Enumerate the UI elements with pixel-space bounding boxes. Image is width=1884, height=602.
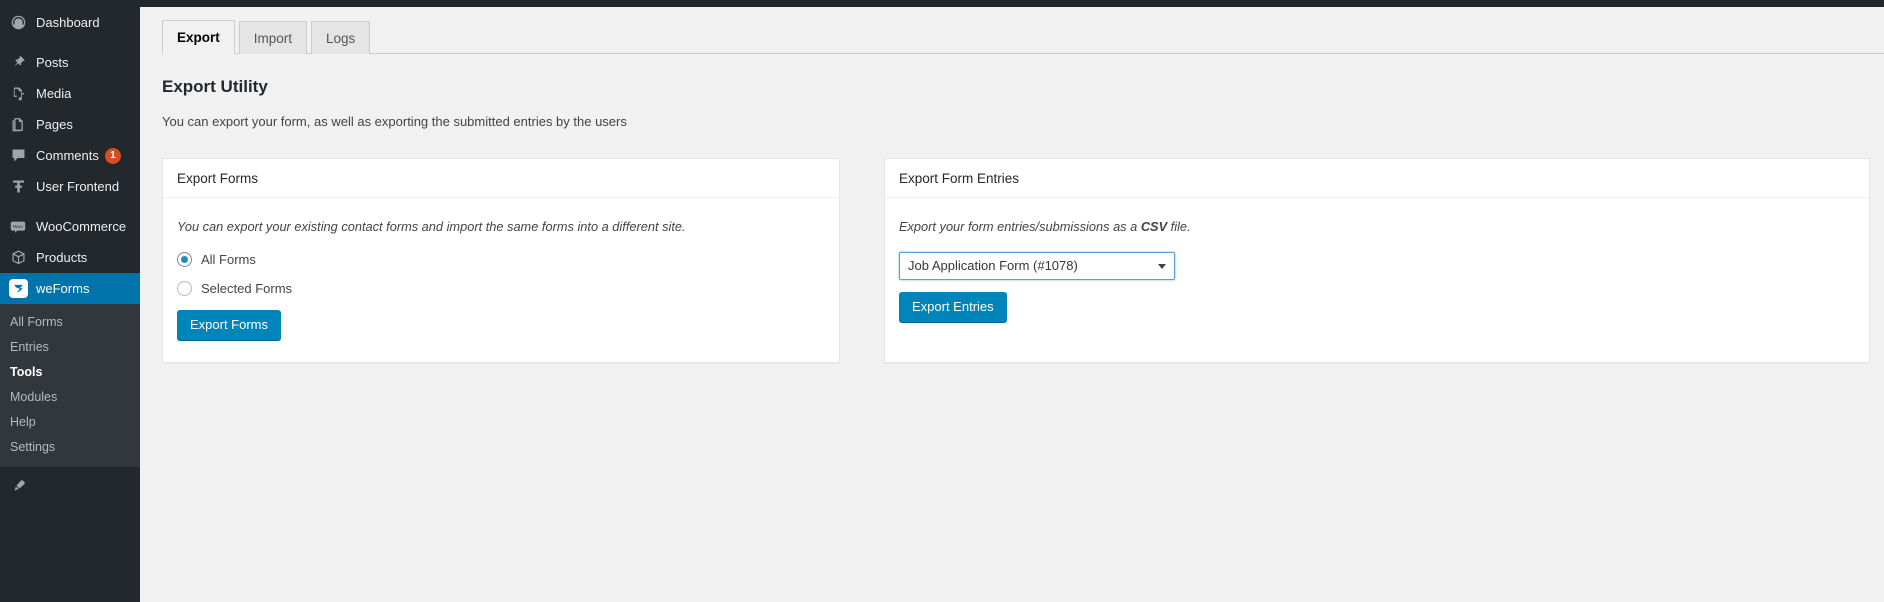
- submenu-item-settings[interactable]: Settings: [0, 435, 140, 460]
- export-forms-card: Export Forms You can export your existin…: [162, 157, 840, 363]
- dashboard-icon: [8, 13, 28, 33]
- export-entries-note-prefix: Export your form entries/submissions as …: [899, 219, 1141, 235]
- form-select-wrapper: Job Application Form (#1078): [899, 251, 1175, 280]
- sidebar-item-comments[interactable]: Comments 1: [0, 140, 140, 171]
- sidebar-item-label: User Frontend: [36, 179, 120, 194]
- export-entries-button[interactable]: Export Entries: [899, 291, 1007, 322]
- pages-icon: [8, 115, 28, 135]
- tab-logs[interactable]: Logs: [311, 20, 371, 54]
- weforms-submenu: All Forms Entries Tools Modules Help Set…: [0, 304, 140, 467]
- media-icon: [8, 84, 28, 104]
- sidebar-item-label: Pages: [36, 117, 73, 132]
- menu-separator-bottom: [0, 467, 140, 477]
- export-entries-note: Export your form entries/submissions as …: [899, 218, 1855, 236]
- wp-admin-screen: Dashboard Posts Media Pages Comments 1 U…: [0, 0, 1884, 602]
- user-frontend-icon: [8, 177, 28, 197]
- page-title: Export Utility: [162, 77, 268, 96]
- sidebar-item-label: Posts: [36, 55, 69, 70]
- export-entries-button-row: Export Entries: [899, 291, 1855, 322]
- sidebar-item-woocommerce[interactable]: Woo WooCommerce: [0, 211, 140, 242]
- export-forms-note: You can export your existing contact for…: [177, 219, 686, 235]
- sidebar-item-pages[interactable]: Pages: [0, 109, 140, 140]
- woocommerce-icon: Woo: [8, 217, 28, 237]
- cards-row: Export Forms You can export your existin…: [162, 157, 1884, 363]
- sidebar-item-label: Media: [36, 86, 72, 101]
- comment-icon: [8, 146, 28, 166]
- export-forms-card-body: You can export your existing contact for…: [163, 198, 839, 362]
- export-forms-button[interactable]: Export Forms: [177, 309, 282, 340]
- menu-separator: [0, 202, 140, 211]
- pin-icon: [8, 53, 28, 73]
- products-icon: [8, 248, 28, 268]
- sidebar-item-label: Comments: [36, 148, 99, 163]
- export-entries-note-strong: CSV: [1140, 219, 1168, 235]
- sidebar-item-label: Dashboard: [36, 15, 100, 30]
- sidebar-item-products[interactable]: Products: [0, 242, 140, 273]
- admin-sidebar: Dashboard Posts Media Pages Comments 1 U…: [0, 0, 148, 602]
- export-form-entries-card-heading: Export Form Entries: [885, 159, 1869, 199]
- radio-option-selected-forms[interactable]: Selected Forms: [177, 280, 825, 296]
- export-form-entries-card: Export Form Entries Export your form ent…: [884, 157, 1870, 363]
- sidebar-item-label: weForms: [36, 281, 90, 296]
- wp-admin-bar: [0, 0, 1884, 7]
- sidebar-item-weforms[interactable]: weForms: [0, 273, 148, 304]
- submenu-item-modules[interactable]: Modules: [0, 385, 140, 410]
- submenu-item-help[interactable]: Help: [0, 410, 140, 435]
- radio-option-all-forms[interactable]: All Forms: [177, 251, 825, 267]
- radio-selected-forms-label: Selected Forms: [201, 280, 293, 296]
- sidebar-item-media[interactable]: Media: [0, 78, 140, 109]
- radio-all-forms-input[interactable]: [177, 251, 192, 267]
- page-description: You can export your form, as well as exp…: [162, 114, 627, 130]
- sidebar-item-label: WooCommerce: [36, 219, 127, 234]
- submenu-item-tools[interactable]: Tools: [0, 360, 140, 385]
- weforms-logo-icon: [8, 279, 28, 299]
- tab-import[interactable]: Import: [238, 20, 308, 54]
- svg-text:Woo: Woo: [13, 223, 23, 229]
- radio-all-forms-label: All Forms: [201, 251, 256, 267]
- sidebar-item-posts[interactable]: Posts: [0, 47, 140, 78]
- export-forms-card-heading: Export Forms: [163, 159, 839, 199]
- sidebar-item-user-frontend[interactable]: User Frontend: [0, 171, 140, 202]
- sidebar-item-appearance-partial[interactable]: [0, 477, 140, 495]
- status-badge: 1: [104, 147, 121, 164]
- menu-separator: [0, 38, 140, 47]
- export-entries-note-suffix: file.: [1167, 219, 1191, 235]
- main-content: Export Import Logs Export Utility You ca…: [140, 0, 1884, 602]
- radio-selected-forms-input[interactable]: [177, 280, 192, 296]
- tab-export[interactable]: Export: [162, 19, 235, 54]
- sidebar-item-dashboard[interactable]: Dashboard: [0, 7, 140, 38]
- appearance-brush-icon: [8, 477, 28, 495]
- submenu-item-entries[interactable]: Entries: [0, 335, 140, 360]
- tab-bar: Export Import Logs: [162, 19, 1884, 54]
- export-form-entries-card-body: Export your form entries/submissions as …: [885, 198, 1869, 344]
- form-select[interactable]: Job Application Form (#1078): [899, 251, 1175, 280]
- sidebar-item-label: Products: [36, 250, 88, 265]
- submenu-item-all-forms[interactable]: All Forms: [0, 310, 140, 335]
